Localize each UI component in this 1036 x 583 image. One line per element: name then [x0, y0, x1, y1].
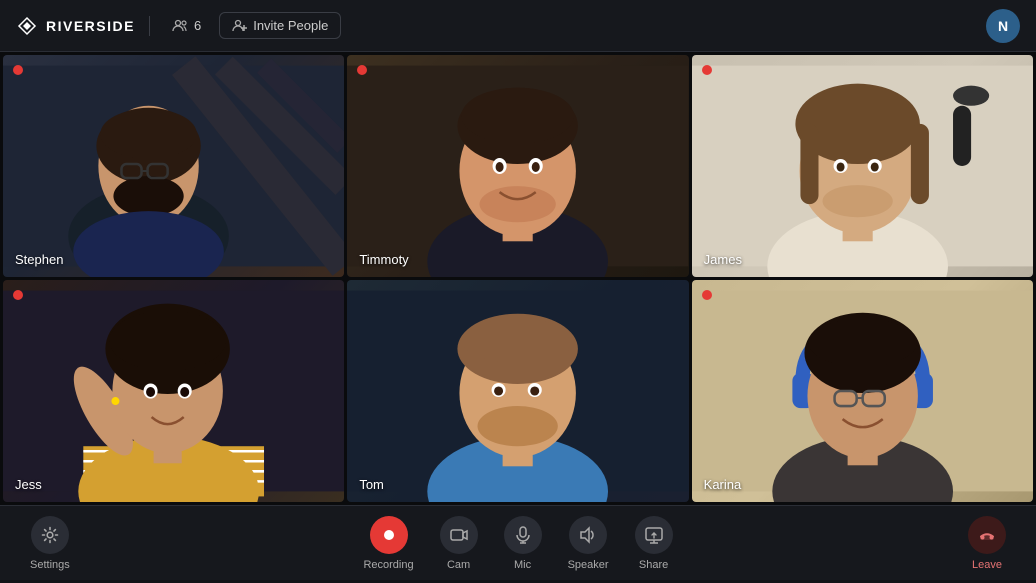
recording-label: Recording — [363, 559, 413, 571]
video-tile-jess: Jess — [3, 280, 344, 502]
recording-button[interactable]: Recording — [353, 510, 423, 577]
leave-label: Leave — [972, 559, 1002, 571]
participants-button[interactable]: 6 — [164, 14, 209, 38]
record-icon — [381, 527, 397, 543]
video-tile-stephen: Stephen — [3, 55, 344, 277]
speaker-label: Speaker — [568, 559, 609, 571]
recording-icon-wrap — [370, 516, 408, 554]
people-icon — [172, 18, 188, 34]
user-initial: N — [998, 18, 1008, 34]
person-image-tom — [347, 280, 688, 502]
mic-icon-wrap — [504, 516, 542, 554]
settings-button[interactable]: Settings — [20, 510, 80, 577]
mic-label: Mic — [514, 559, 531, 571]
riverside-logo-icon — [16, 15, 38, 37]
toolbar: Settings Recording Cam — [0, 505, 1036, 580]
person-image-karina — [692, 280, 1033, 502]
rec-dot-stephen — [13, 65, 23, 75]
toolbar-center: Recording Cam Mic — [353, 510, 682, 577]
toolbar-left: Settings — [20, 510, 80, 577]
user-avatar[interactable]: N — [986, 9, 1020, 43]
rec-dot-jess — [13, 290, 23, 300]
cam-label: Cam — [447, 559, 470, 571]
logo-area: RIVERSIDE — [16, 15, 135, 37]
header-divider — [149, 16, 150, 36]
participant-name-jess: Jess — [15, 477, 42, 492]
video-grid: Stephen Timmoty — [0, 52, 1036, 505]
rec-dot-karina — [702, 290, 712, 300]
share-label: Share — [639, 559, 668, 571]
participant-name-stephen: Stephen — [15, 252, 63, 267]
rec-dot-james — [702, 65, 712, 75]
speaker-icon — [579, 526, 597, 544]
cam-button[interactable]: Cam — [430, 510, 488, 577]
toolbar-right: Leave — [958, 510, 1016, 577]
participant-name-karina: Karina — [704, 477, 742, 492]
video-tile-james: James — [692, 55, 1033, 277]
person-image-jess — [3, 280, 344, 502]
participant-name-timmoty: Timmoty — [359, 252, 408, 267]
invite-button[interactable]: Invite People — [219, 12, 341, 39]
person-image-timmoty — [347, 55, 688, 277]
speaker-button[interactable]: Speaker — [558, 510, 619, 577]
microphone-icon — [514, 526, 532, 544]
invite-icon — [232, 18, 247, 33]
settings-icon-wrap — [31, 516, 69, 554]
video-tile-tom: Tom — [347, 280, 688, 502]
phone-leave-icon — [978, 526, 996, 544]
participant-name-james: James — [704, 252, 742, 267]
share-button[interactable]: Share — [625, 510, 683, 577]
share-icon-wrap — [635, 516, 673, 554]
settings-label: Settings — [30, 559, 70, 571]
video-tile-karina: Karina — [692, 280, 1033, 502]
participants-count: 6 — [194, 18, 201, 33]
cam-icon-wrap — [440, 516, 478, 554]
mic-button[interactable]: Mic — [494, 510, 552, 577]
leave-button[interactable]: Leave — [958, 510, 1016, 577]
person-image-stephen — [3, 55, 344, 277]
leave-icon-wrap — [968, 516, 1006, 554]
logo-text: RIVERSIDE — [46, 18, 135, 34]
speaker-icon-wrap — [569, 516, 607, 554]
person-image-james — [692, 55, 1033, 277]
header: RIVERSIDE 6 Invite People N — [0, 0, 1036, 52]
gear-icon — [41, 526, 59, 544]
camera-icon — [450, 526, 468, 544]
video-tile-timmoty: Timmoty — [347, 55, 688, 277]
invite-label: Invite People — [253, 18, 328, 33]
share-screen-icon — [645, 526, 663, 544]
participant-name-tom: Tom — [359, 477, 384, 492]
